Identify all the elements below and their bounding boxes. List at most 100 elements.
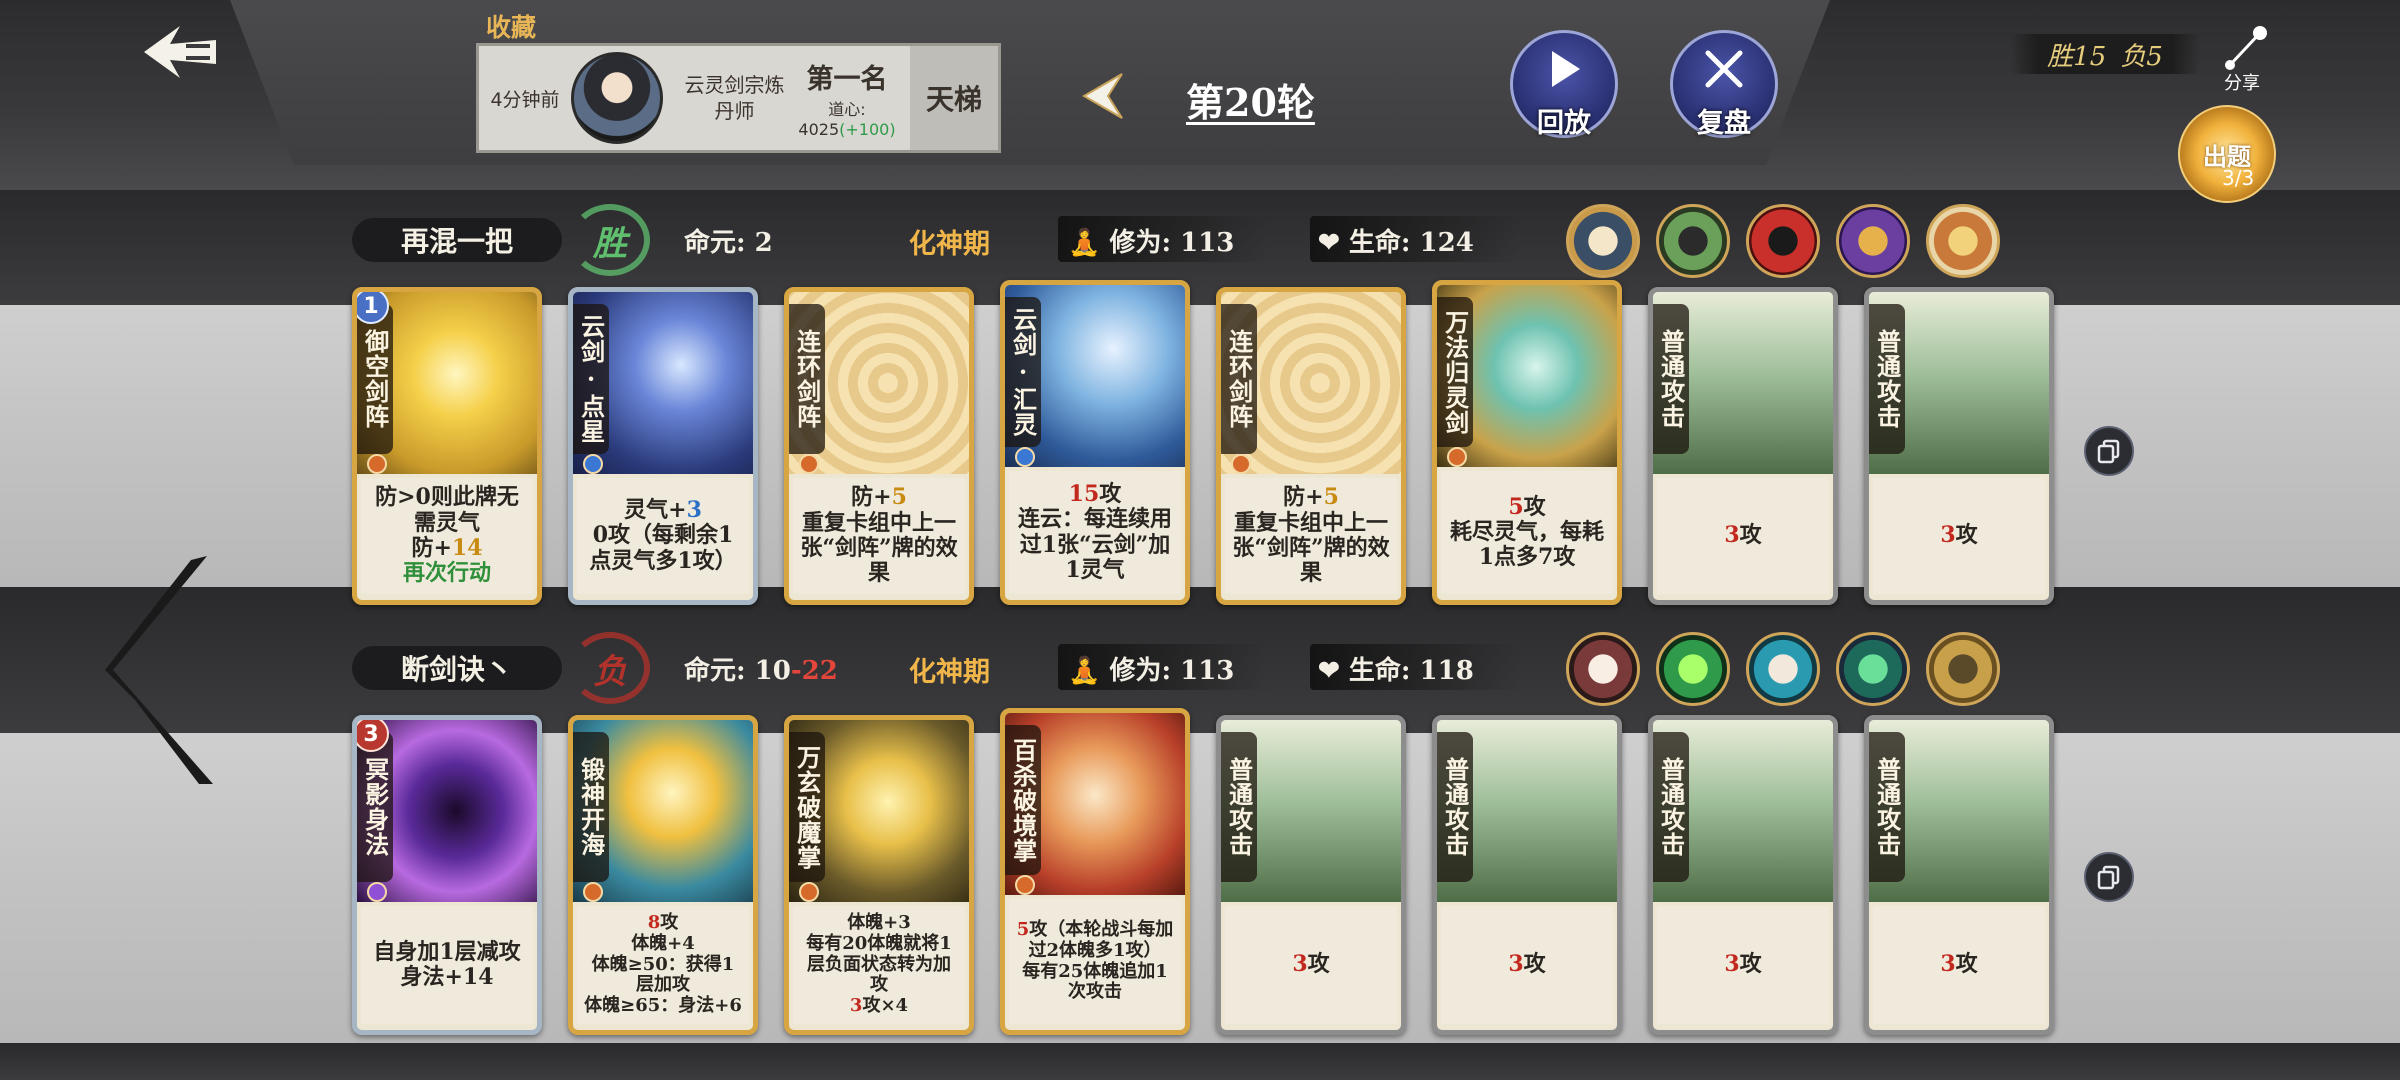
skill-icon[interactable] <box>1656 204 1730 278</box>
cultivation-value: 113 <box>1180 228 1235 258</box>
card-level-badge: 1 <box>357 292 389 324</box>
card-desc-number: 3 <box>849 995 863 1017</box>
favorites-label[interactable]: 收藏 <box>486 8 536 44</box>
card-normal-attack[interactable]: 普通攻击 3攻 <box>1864 715 2054 1035</box>
card-desc-line: 重复卡组中上一张“剑阵”牌的效果 <box>800 509 958 587</box>
card-desc-number: 5 <box>891 484 907 511</box>
card-normal-attack[interactable]: 普通攻击 3攻 <box>1648 287 1838 605</box>
card-name: 普通攻击 <box>1221 732 1257 882</box>
card-desc-line: 防+ <box>411 535 452 561</box>
card-gem <box>799 454 819 474</box>
card-yunjian-huiling[interactable]: 云剑·汇灵 15攻 连云：每连续用过1张“云剑”加1灵气 <box>1000 280 1190 605</box>
hp-label: 生命: <box>1348 656 1411 686</box>
seal-ring <box>570 204 650 276</box>
card-desc-number: 3 <box>1724 951 1740 978</box>
copy-deck-button[interactable] <box>2084 852 2134 902</box>
card-yunjian-dianxing[interactable]: 云剑·点星 灵气+3 0攻（每剩余1点灵气多1攻） <box>568 287 758 605</box>
card-description: 防+5 重复卡组中上一张“剑阵”牌的效果 <box>793 478 965 594</box>
match-record-box[interactable]: 4分钟前 云灵剑宗炼丹师 第一名 道心: 4025(+100) 天梯 <box>476 43 1001 153</box>
review-button[interactable]: 复盘 <box>1670 30 1778 139</box>
card-desc-number: 8 <box>647 912 661 934</box>
result-win-seal: 胜 <box>566 200 654 280</box>
card-description: 3攻 <box>1225 906 1397 1024</box>
character-portrait-icon[interactable] <box>1566 204 1640 278</box>
mode-tab-ladder[interactable]: 天梯 <box>910 46 998 150</box>
meditation-icon: 🧘 <box>1068 228 1101 258</box>
card-normal-attack[interactable]: 普通攻击 3攻 <box>1216 715 1406 1035</box>
card-name: 百杀破境掌 <box>1005 725 1041 875</box>
rank-label: 第一名 <box>806 64 888 95</box>
crossed-swords-icon <box>1705 50 1743 88</box>
skill-icon[interactable] <box>1926 204 2000 278</box>
skill-icon[interactable] <box>1746 632 1820 706</box>
previous-round-button[interactable] <box>1078 70 1130 122</box>
card-name: 普通攻击 <box>1653 304 1689 454</box>
life-stat: 命元: 10-22 <box>684 650 838 687</box>
replay-label: 回放 <box>1537 108 1591 139</box>
dao-label: 道心: <box>828 100 866 119</box>
card-normal-attack[interactable]: 普通攻击 3攻 <box>1432 715 1622 1035</box>
card-normal-attack[interactable]: 普通攻击 3攻 <box>1864 287 2054 605</box>
card-desc-line: 0攻（每剩余1点灵气多1攻） <box>589 522 737 574</box>
card-description: 自身加1层减攻 身法+14 <box>361 906 533 1024</box>
character-portrait-icon[interactable] <box>1566 632 1640 706</box>
card-duanshen-kaihai[interactable]: 锻神开海 8攻 体魄+4 体魄≥50：获得1层加攻 体魄≥65：身法+6 <box>568 715 758 1035</box>
card-level-badge: 3 <box>357 720 389 752</box>
round-label[interactable]: 第20轮 <box>1186 72 1315 127</box>
card-desc-line: 重复卡组中上一张“剑阵”牌的效果 <box>1232 509 1390 587</box>
realm-label: 化神期 <box>909 657 990 688</box>
card-name: 云剑·点星 <box>573 304 609 454</box>
share-button[interactable]: 分享 <box>2220 25 2280 105</box>
skill-icon[interactable] <box>1836 204 1910 278</box>
card-lianhuan-jianzhen[interactable]: 连环剑阵 防+5 重复卡组中上一张“剑阵”牌的效果 <box>784 287 974 605</box>
hp-value: 124 <box>1419 228 1474 258</box>
card-yukong-jianzhen[interactable]: 御空剑阵 1 防>0则此牌无需灵气 防+14 再次行动 <box>352 287 542 605</box>
player-row: 断剑诀丶 负 命元: 10-22 化神期 🧘 修为: 113 ❤ 生命: 118 <box>0 628 2400 708</box>
card-desc-line: 体魄≥65：身法+6 <box>584 995 742 1017</box>
win-count: 胜15 <box>2047 41 2107 72</box>
card-desc-number: 3 <box>1292 951 1308 978</box>
card-description: 3攻 <box>1657 906 1829 1024</box>
card-mingying-shenfa[interactable]: 冥影身法 3 自身加1层减攻 身法+14 <box>352 715 542 1035</box>
card-gem <box>367 454 387 474</box>
card-desc-line: 攻 <box>1099 480 1122 507</box>
card-normal-attack[interactable]: 普通攻击 3攻 <box>1648 715 1838 1035</box>
card-desc-number: 5 <box>1016 919 1030 941</box>
card-desc-number: 15 <box>1068 480 1100 507</box>
review-label: 复盘 <box>1697 108 1751 139</box>
skill-icon[interactable] <box>1836 632 1910 706</box>
life-label: 命元: <box>684 656 746 686</box>
dao-heart: 道心: 4025(+100) <box>792 96 902 139</box>
card-name: 锻神开海 <box>573 732 609 882</box>
skill-icon[interactable] <box>1656 632 1730 706</box>
card-description: 5攻 耗尽灵气，每耗1点多7攻 <box>1441 471 1613 594</box>
card-lianhuan-jianzhen[interactable]: 连环剑阵 防+5 重复卡组中上一张“剑阵”牌的效果 <box>1216 287 1406 605</box>
card-wanfa-guiling-jian[interactable]: 万法归灵剑 5攻 耗尽灵气，每耗1点多7攻 <box>1432 280 1622 605</box>
card-desc-line: 攻 <box>1739 522 1762 549</box>
card-gem <box>799 882 819 902</box>
card-name: 冥影身法 <box>357 732 393 882</box>
card-desc-number: 3 <box>1940 951 1956 978</box>
life-loss: -22 <box>790 656 838 686</box>
card-desc-line: 体魄+3 <box>847 912 911 934</box>
card-description: 8攻 体魄+4 体魄≥50：获得1层加攻 体魄≥65：身法+6 <box>577 906 749 1024</box>
card-wanxuan-pomo-zhang[interactable]: 万玄破魔掌 体魄+3 每有20体魄就将1层负面状态转为加攻 3攻×4 <box>784 715 974 1035</box>
dao-gain: (+100) <box>839 120 896 139</box>
cultivation-label: 修为: <box>1109 656 1172 686</box>
play-icon <box>1552 51 1580 87</box>
card-description: 体魄+3 每有20体魄就将1层负面状态转为加攻 3攻×4 <box>793 906 965 1024</box>
card-gem <box>583 454 603 474</box>
skill-icon[interactable] <box>1926 632 2000 706</box>
cultivation-stat: 🧘 修为: 113 <box>1068 222 1234 259</box>
back-button[interactable] <box>140 22 220 82</box>
card-desc-number: 3 <box>1508 951 1524 978</box>
card-desc-line: 每有25体魄追加1次攻击 <box>1022 960 1168 1003</box>
skill-icon[interactable] <box>1746 204 1820 278</box>
cultivation-value: 113 <box>1180 656 1235 686</box>
card-name: 云剑·汇灵 <box>1005 297 1041 447</box>
card-baisha-pojing-zhang[interactable]: 百杀破境掌 5攻（本轮战斗每加过2体魄多1攻） 每有25体魄追加1次攻击 <box>1000 708 1190 1035</box>
replay-button[interactable]: 回放 <box>1510 30 1618 139</box>
copy-deck-button[interactable] <box>2084 426 2134 476</box>
card-desc-line: 攻（本轮战斗每加过2体魄多1攻） <box>1028 919 1174 961</box>
share-icon <box>2225 26 2267 70</box>
